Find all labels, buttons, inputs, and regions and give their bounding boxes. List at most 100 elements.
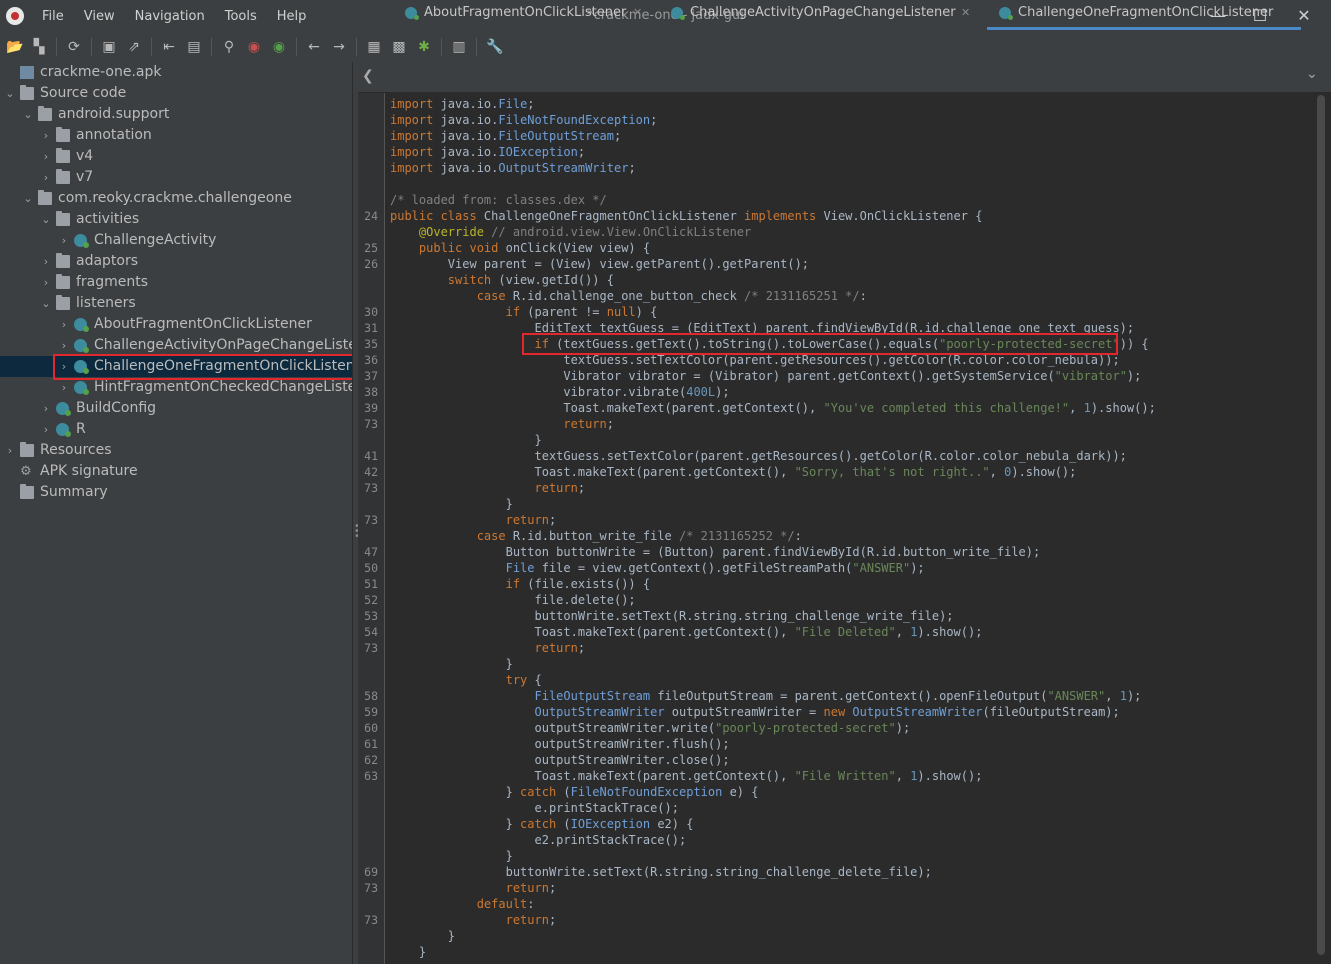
flat-packages-icon[interactable]: ▤	[186, 39, 202, 55]
code-line[interactable]: return;	[390, 480, 586, 496]
code-line[interactable]: }	[390, 848, 513, 864]
sync-tree-icon[interactable]: ⇤	[161, 39, 177, 55]
find-usage-icon[interactable]: ◉	[271, 39, 287, 55]
collapse-arrow-icon[interactable]: ⌄	[22, 104, 34, 125]
code-line[interactable]: outputStreamWriter.close();	[390, 752, 729, 768]
code-line[interactable]: public void onClick(View view) {	[390, 240, 650, 256]
code-line[interactable]: OutputStreamWriter outputStreamWriter = …	[390, 704, 1120, 720]
tree-node-listeners[interactable]: ⌄ listeners	[0, 293, 352, 314]
tree-node-fragments[interactable]: › fragments	[0, 272, 352, 293]
open-file-icon[interactable]: 📂	[6, 39, 23, 55]
code-line[interactable]: Toast.makeText(parent.getContext(), "Fil…	[390, 768, 982, 784]
code-line[interactable]: buttonWrite.setText(R.string.string_chal…	[390, 608, 953, 624]
tab-about-fragment[interactable]: AboutFragmentOnClickListener ✕	[405, 0, 645, 30]
tree-node-activities[interactable]: ⌄ activities	[0, 209, 352, 230]
expand-arrow-icon[interactable]: ›	[40, 125, 52, 146]
code-line[interactable]: case R.id.challenge_one_button_check /* …	[390, 288, 867, 304]
code-line[interactable]: return;	[390, 416, 614, 432]
tab-scroll-left-icon[interactable]: ❮	[362, 68, 374, 84]
tree-node-resources[interactable]: › Resources	[0, 440, 352, 461]
scrollbar-thumb[interactable]	[1317, 95, 1325, 955]
tree-node-summary[interactable]: Summary	[0, 482, 352, 503]
collapse-arrow-icon[interactable]: ⌄	[4, 83, 16, 104]
expand-arrow-icon[interactable]: ›	[58, 335, 70, 356]
code-line[interactable]: return;	[390, 512, 557, 528]
back-icon[interactable]: ←	[306, 39, 322, 55]
code-editor[interactable]: import java.io.File; import java.io.FileN…	[385, 93, 1315, 964]
tab-close-icon[interactable]: ✕	[633, 0, 642, 26]
expand-arrow-icon[interactable]: ›	[40, 272, 52, 293]
tab-challenge-one-fragment[interactable]: ChallengeOneFragmentOnClickListener	[987, 0, 1301, 30]
tree-node-apk-signature[interactable]: ⚙ APK signature	[0, 461, 352, 482]
code-line[interactable]: FileOutputStream fileOutputStream = pare…	[390, 688, 1142, 704]
code-line[interactable]: }	[390, 496, 513, 512]
tree-node-v4[interactable]: › v4	[0, 146, 352, 167]
code-line[interactable]: }	[390, 432, 541, 448]
menu-help[interactable]: Help	[277, 9, 307, 24]
expand-arrow-icon[interactable]: ›	[40, 167, 52, 188]
deobfuscation-icon[interactable]: ▩	[391, 39, 407, 55]
save-all-icon[interactable]: ▣	[101, 39, 117, 55]
expand-arrow-icon[interactable]: ›	[58, 230, 70, 251]
code-line[interactable]: }	[390, 656, 513, 672]
tree-node-hintfragmentoncheckedchangelistener[interactable]: › HintFragmentOnCheckedChangeListener	[0, 377, 352, 398]
tree-node-annotation[interactable]: › annotation	[0, 125, 352, 146]
code-line[interactable]: return;	[390, 880, 557, 896]
code-line[interactable]: import java.io.FileNotFoundException;	[390, 112, 657, 128]
code-line[interactable]: switch (view.getId()) {	[390, 272, 614, 288]
tree-node-challengeactivity[interactable]: › ChallengeActivity	[0, 230, 352, 251]
code-line[interactable]: Toast.makeText(parent.getContext(), "Sor…	[390, 464, 1076, 480]
menu-file[interactable]: File	[42, 9, 64, 24]
expand-arrow-icon[interactable]: ›	[58, 377, 70, 398]
tree-node-aboutfragmentonclicklistener[interactable]: › AboutFragmentOnClickListener	[0, 314, 352, 335]
tree-node-r[interactable]: › R	[0, 419, 352, 440]
menu-navigation[interactable]: Navigation	[135, 9, 205, 24]
reload-icon[interactable]: ⟳	[66, 39, 82, 55]
code-line[interactable]: vibrator.vibrate(400L);	[390, 384, 729, 400]
code-line[interactable]: } catch (FileNotFoundException e) {	[390, 784, 759, 800]
code-line[interactable]: View parent = (View) view.getParent().ge…	[390, 256, 809, 272]
tab-close-icon[interactable]: ✕	[961, 0, 970, 26]
code-line[interactable]: } catch (IOException e2) {	[390, 816, 694, 832]
tree-node-v7[interactable]: › v7	[0, 167, 352, 188]
code-line[interactable]: import java.io.OutputStreamWriter;	[390, 160, 636, 176]
add-files-icon[interactable]: ▚	[31, 39, 47, 55]
menu-view[interactable]: View	[84, 9, 115, 24]
find-class-icon[interactable]: ◉	[246, 39, 262, 55]
log-icon[interactable]: ▥	[451, 39, 467, 55]
code-line[interactable]: return;	[390, 912, 557, 928]
code-line[interactable]: @Override // android.view.View.OnClickLi…	[390, 224, 751, 240]
collapse-arrow-icon[interactable]: ⌄	[40, 209, 52, 230]
expand-arrow-icon[interactable]: ›	[40, 146, 52, 167]
tree-node-source-code[interactable]: ⌄ Source code	[0, 83, 352, 104]
expand-arrow-icon[interactable]: ›	[58, 314, 70, 335]
code-line[interactable]: buttonWrite.setText(R.string.string_chal…	[390, 864, 932, 880]
collapse-arrow-icon[interactable]: ⌄	[22, 188, 34, 209]
menu-tools[interactable]: Tools	[225, 9, 257, 24]
tree-node-challengeactivityonpagechangelistener[interactable]: › ChallengeActivityOnPageChangeListener	[0, 335, 352, 356]
tree-node-buildconfig[interactable]: › BuildConfig	[0, 398, 352, 419]
code-line[interactable]: e2.printStackTrace();	[390, 832, 686, 848]
collapse-arrow-icon[interactable]: ⌄	[40, 293, 52, 314]
expand-arrow-icon[interactable]: ›	[40, 398, 52, 419]
tree-node-crackme-one-apk[interactable]: crackme-one.apk	[0, 62, 352, 83]
tab-challenge-activity[interactable]: ChallengeActivityOnPageChangeListener ✕	[671, 0, 973, 30]
code-line[interactable]: return;	[390, 640, 586, 656]
code-line[interactable]: default:	[390, 896, 535, 912]
code-line[interactable]: try {	[390, 672, 542, 688]
code-line[interactable]: /* loaded from: classes.dex */	[390, 192, 607, 208]
expand-arrow-icon[interactable]: ›	[4, 440, 16, 461]
tab-list-dropdown-icon[interactable]: ⌄	[1306, 66, 1318, 82]
expand-arrow-icon[interactable]: ›	[40, 251, 52, 272]
code-line[interactable]: e.printStackTrace();	[390, 800, 679, 816]
code-line[interactable]: outputStreamWriter.write("poorly-protect…	[390, 720, 910, 736]
code-line[interactable]: public class ChallengeOneFragmentOnClick…	[390, 208, 982, 224]
code-line[interactable]: import java.io.FileOutputStream;	[390, 128, 621, 144]
code-line[interactable]: if (file.exists()) {	[390, 576, 651, 592]
code-line[interactable]: import java.io.File;	[390, 96, 535, 112]
code-line[interactable]: }	[390, 944, 426, 960]
code-line[interactable]: file.delete();	[390, 592, 635, 608]
code-line[interactable]: File file = view.getContext().getFileStr…	[390, 560, 925, 576]
code-line[interactable]: case R.id.button_write_file /* 213116525…	[390, 528, 802, 544]
bug-icon[interactable]: ✱	[416, 39, 432, 55]
